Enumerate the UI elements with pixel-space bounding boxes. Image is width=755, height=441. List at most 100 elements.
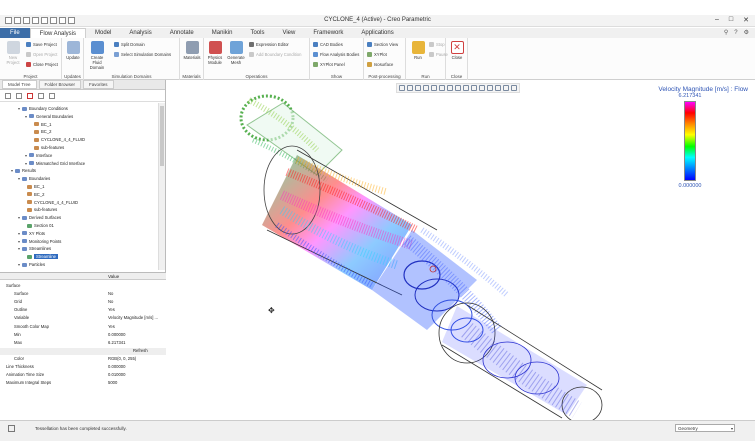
save-project-button[interactable]: Save Project xyxy=(26,42,57,47)
tab-analysis[interactable]: Analysis xyxy=(120,28,160,38)
tree-item[interactable]: sub-features xyxy=(25,207,57,212)
property-row[interactable]: Outline Yes xyxy=(0,307,166,314)
property-row[interactable]: Max 6.217341 xyxy=(0,340,166,347)
tab-tools[interactable]: Tools xyxy=(241,28,273,38)
flow-analysis-bodies-button[interactable]: Flow Analysis Bodies xyxy=(313,52,359,57)
tree-item[interactable]: ▾ XY Plots xyxy=(18,231,45,236)
property-row[interactable]: Surface No xyxy=(0,291,166,298)
tab-applications[interactable]: Applications xyxy=(352,28,402,38)
tree-item[interactable]: BC_2 xyxy=(25,192,44,197)
expression-editor-button[interactable]: Expression Editor xyxy=(249,42,289,47)
refresh-button[interactable]: Refresh xyxy=(133,348,148,353)
tree-item[interactable]: CYCLONE_4_4_FLUID xyxy=(32,137,85,142)
refit-icon[interactable] xyxy=(399,85,405,91)
tab-model-tree[interactable]: Model Tree xyxy=(2,80,37,89)
tree-item[interactable]: ▾ Derived Surfaces xyxy=(18,215,61,220)
minimize-icon[interactable]: – xyxy=(715,16,719,24)
columns-icon[interactable] xyxy=(49,92,55,99)
tree-item[interactable]: sub-features xyxy=(32,145,64,150)
section-view-button[interactable]: Section View xyxy=(367,42,398,47)
select-simulation-domains-button[interactable]: Select Simulation Domains xyxy=(114,52,171,57)
delete-icon[interactable] xyxy=(16,92,22,99)
property-row[interactable]: Grid No xyxy=(0,299,166,306)
view-manager-icon[interactable] xyxy=(455,85,461,91)
stop-icon[interactable] xyxy=(27,92,33,99)
saved-views-icon[interactable] xyxy=(439,85,445,91)
zoom-out-icon[interactable] xyxy=(415,85,421,91)
tab-view[interactable]: View xyxy=(273,28,304,38)
materials-button[interactable]: Materials xyxy=(181,41,203,60)
property-row[interactable]: Refresh xyxy=(0,347,166,355)
annotation-display-icon[interactable] xyxy=(471,85,477,91)
tree-item[interactable]: ▾ Boundary Conditions xyxy=(18,106,68,111)
run-button[interactable]: Run xyxy=(407,41,429,60)
tab-folder-browser[interactable]: Folder Browser xyxy=(38,80,82,89)
tree-item[interactable]: ▾ Results xyxy=(11,168,36,173)
tree-item[interactable]: Section 01 xyxy=(25,223,54,228)
add-boundary-condition-button[interactable]: Add Boundary Condition xyxy=(249,52,301,57)
graphics-viewport[interactable] xyxy=(167,80,755,424)
property-row[interactable]: Color RGB(0, 0, 255) xyxy=(0,356,166,363)
expand-arrow-icon[interactable]: ▾ xyxy=(18,106,20,111)
new-project-button[interactable]: New Project xyxy=(2,41,24,65)
property-row[interactable]: Min 0.000000 xyxy=(0,332,166,339)
isosurface-button[interactable]: Isosurface xyxy=(367,62,393,67)
tree-item[interactable]: ▾ Particles xyxy=(18,262,45,267)
filter-icon[interactable] xyxy=(5,92,11,99)
expand-arrow-icon[interactable]: ▾ xyxy=(18,239,20,244)
tab-file[interactable]: File xyxy=(0,28,30,38)
property-row[interactable]: Line Thickness 0.000000 xyxy=(0,364,166,371)
generate-mesh-button[interactable]: Generate Mesh xyxy=(225,41,247,65)
tree-item[interactable]: ▾ Monitoring Points xyxy=(18,239,61,244)
close-icon[interactable]: ✕ xyxy=(743,16,749,24)
open-project-button[interactable]: Open Project xyxy=(26,52,57,57)
light-icon[interactable] xyxy=(511,85,517,91)
expand-arrow-icon[interactable]: ▾ xyxy=(18,176,20,181)
expand-arrow-icon[interactable]: ▾ xyxy=(25,153,27,158)
repaint-icon[interactable] xyxy=(423,85,429,91)
tab-annotate[interactable]: Annotate xyxy=(161,28,203,38)
tree-item[interactable]: ▾ Streamlines xyxy=(18,246,51,251)
tab-framework[interactable]: Framework xyxy=(304,28,352,38)
search-icon[interactable]: ⚲ xyxy=(724,28,728,38)
orient-icon[interactable] xyxy=(431,85,437,91)
perspective-icon[interactable] xyxy=(487,85,493,91)
scrollbar-thumb[interactable] xyxy=(160,106,164,166)
tab-model[interactable]: Model xyxy=(86,28,120,38)
list-icon[interactable] xyxy=(38,92,44,99)
datum-display-icon[interactable] xyxy=(463,85,469,91)
tree-item[interactable]: ▾ Mismatched Grid Interface xyxy=(25,161,85,166)
tree-item[interactable]: CYCLONE_4_4_FLUID xyxy=(25,200,78,205)
appearance-icon[interactable] xyxy=(503,85,509,91)
maximize-icon[interactable]: □ xyxy=(729,16,733,24)
update-button[interactable]: Update xyxy=(62,41,84,60)
split-domain-button[interactable]: Split Domain xyxy=(114,42,145,47)
section-display-icon[interactable] xyxy=(495,85,501,91)
tab-favorites[interactable]: Favorites xyxy=(83,80,114,89)
tab-flow-analysis[interactable]: Flow Analysis xyxy=(29,28,87,38)
property-row[interactable]: Maximum Integral Steps 5000 xyxy=(0,380,166,387)
tree-item[interactable]: ▾ Interface xyxy=(25,153,52,158)
property-row[interactable]: Smooth Color Map Yes xyxy=(0,324,166,331)
tree-item[interactable]: BC_1 xyxy=(25,184,44,189)
selection-filter[interactable]: Geometry ▾ xyxy=(675,424,735,432)
property-row[interactable]: Animation Time Size 0.010000 xyxy=(0,372,166,379)
tree-item[interactable]: ▾ Boundaries xyxy=(18,176,50,181)
physics-module-button[interactable]: Physics Module xyxy=(204,41,226,65)
xyplot-button[interactable]: XYPlot xyxy=(367,52,387,57)
expand-arrow-icon[interactable]: ▾ xyxy=(25,114,27,119)
spin-center-icon[interactable] xyxy=(479,85,485,91)
cad-bodies-button[interactable]: CAD Bodies xyxy=(313,42,343,47)
expand-arrow-icon[interactable]: ▾ xyxy=(18,215,20,220)
message-log-icon[interactable] xyxy=(8,425,15,432)
tree-scrollbar[interactable] xyxy=(158,103,165,270)
zoom-in-icon[interactable] xyxy=(407,85,413,91)
expand-arrow-icon[interactable]: ▾ xyxy=(18,262,20,267)
tree-item[interactable]: BC_2 xyxy=(32,129,51,134)
display-style-icon[interactable] xyxy=(447,85,453,91)
close-project-button[interactable]: Close Project xyxy=(26,62,58,67)
property-row[interactable]: Variable Velocity Magnitude [m/s] ... xyxy=(0,315,166,322)
tree-item[interactable]: Streamline xyxy=(25,254,59,260)
tree-item[interactable]: BC_1 xyxy=(32,122,51,127)
gear-icon[interactable]: ⚙ xyxy=(744,28,749,38)
